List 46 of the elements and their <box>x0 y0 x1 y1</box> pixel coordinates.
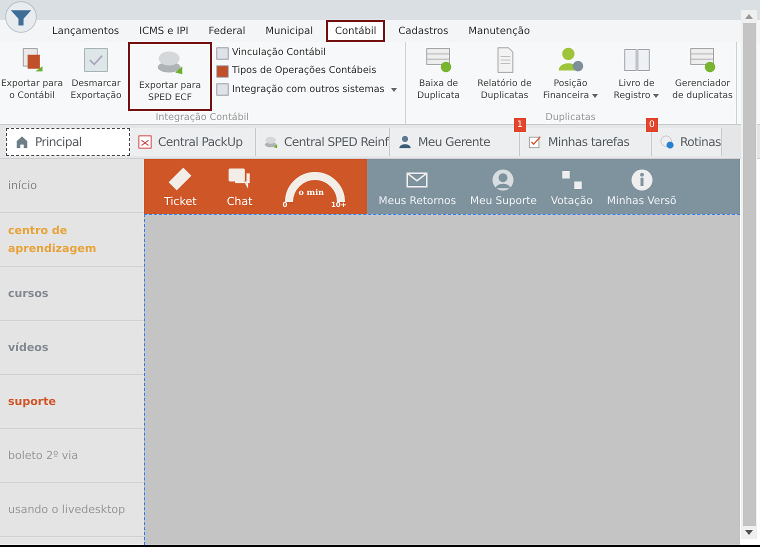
count-badge: 1 <box>514 118 526 132</box>
checkbox-icon <box>528 135 542 149</box>
menu-tab[interactable]: ICMS e IPI <box>129 20 199 42</box>
menu-tab[interactable]: Lançamentos <box>42 20 130 42</box>
document-tab[interactable]: Central SPED Reinf <box>256 128 390 156</box>
ribbon-button[interactable]: Exportar para SPED ECF <box>128 42 212 111</box>
ribbon-button[interactable]: Gerenciador de duplicatas <box>670 42 736 111</box>
person-money-icon <box>556 46 585 74</box>
scroll-down-icon[interactable] <box>745 530 753 535</box>
menu-tab[interactable]: Manutenção <box>458 20 540 42</box>
count-badge: 0 <box>646 118 658 132</box>
support-button[interactable]: Chat <box>226 166 253 210</box>
ribbon-button[interactable]: Livro de Registro <box>604 42 670 111</box>
ribbon-button[interactable]: Posição Financeira <box>538 42 604 111</box>
packup-icon <box>138 135 152 149</box>
menu-tab[interactable]: Municipal <box>255 20 324 42</box>
ribbon-button[interactable]: Relatório de Duplicatas <box>472 42 538 111</box>
menu-tab[interactable]: Contábil <box>326 20 386 42</box>
calculator-icon <box>216 64 229 78</box>
home-icon <box>15 135 29 149</box>
document-tab[interactable]: Rotinas <box>652 128 722 156</box>
ribbon-menu-item[interactable]: Tipos de Operações Contábeis <box>216 64 397 78</box>
info-icon <box>630 168 654 192</box>
support-button[interactable]: Ticket <box>164 166 197 210</box>
menu-tab[interactable]: Cadastros <box>388 20 458 42</box>
book-icon <box>622 46 651 74</box>
ticket-icon <box>167 166 194 192</box>
checkmark-icon <box>82 46 110 74</box>
document-tab[interactable]: Central PackUp <box>130 128 256 156</box>
document-tab[interactable]: Principal <box>6 128 130 156</box>
ribbon-button[interactable]: Baixa de Duplicata <box>406 42 472 111</box>
scrollbar[interactable] <box>741 10 757 539</box>
menu-tab[interactable]: Federal <box>198 20 256 42</box>
document-tab[interactable]: Minhas tarefas <box>520 128 652 156</box>
ribbon-group-label: Integração Contábil <box>156 111 249 124</box>
ribbon-button[interactable]: Exportar para o Contábil <box>0 42 64 111</box>
ribbon-button[interactable]: Desmarcar Exportação <box>64 42 128 111</box>
ribbon-menu-item[interactable]: Vinculação Contábil <box>216 46 397 60</box>
document-tab[interactable]: Meu Gerente <box>390 128 520 156</box>
table-gear-icon <box>688 46 717 74</box>
disk-stack-icon <box>264 135 278 149</box>
ribbon-group-label: Duplicatas <box>545 111 596 124</box>
person-icon <box>398 135 412 149</box>
table-check-icon <box>424 46 453 74</box>
user-icon <box>491 168 516 192</box>
ribbon-menu-item[interactable]: Integração com outros sistemas <box>216 82 397 97</box>
